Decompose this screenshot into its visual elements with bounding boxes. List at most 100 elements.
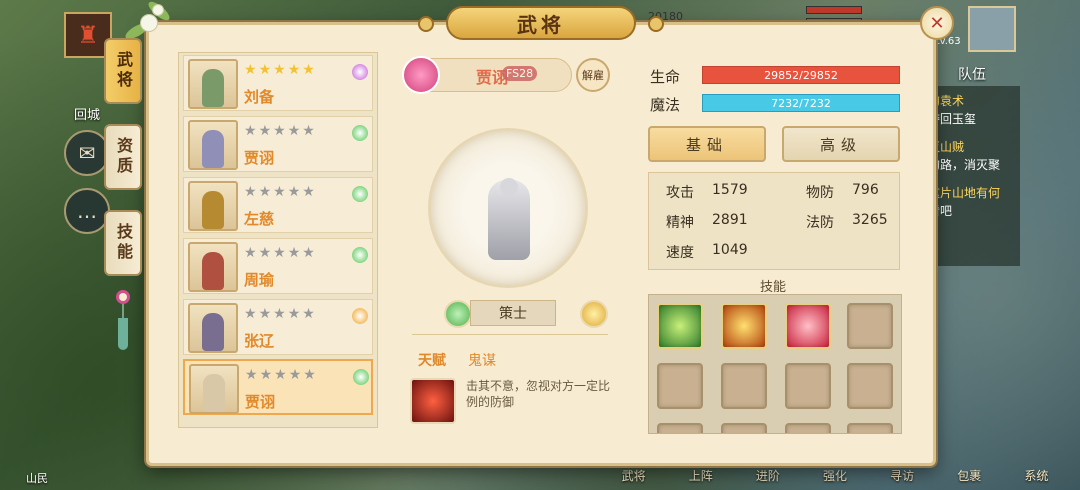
star-icon: ★: [245, 367, 260, 383]
hp-bar: 29852/29852: [702, 66, 900, 84]
tab-advanced[interactable]: 高级: [782, 126, 900, 162]
class-label: 策士: [470, 300, 556, 326]
hero-avatar: [188, 303, 238, 353]
star-rating: ★★★★★: [244, 123, 317, 139]
release-button[interactable]: 解雇: [576, 58, 610, 92]
speed-value: 1049: [712, 242, 748, 258]
team-button[interactable]: 队伍: [958, 64, 986, 84]
menu-bag[interactable]: 包裹: [957, 467, 981, 484]
star-rating: ★★★★★: [244, 245, 317, 261]
hero-row-2[interactable]: ★★★★★ 左慈: [183, 177, 373, 233]
empty-skill-slot[interactable]: [657, 423, 703, 433]
quest-line: 看吧: [928, 204, 953, 218]
tab-skills[interactable]: 技能: [104, 210, 142, 276]
star-icon: ★: [274, 367, 289, 383]
hero-row-5[interactable]: ★★★★★ 贾诩: [183, 359, 373, 415]
menu-deploy[interactable]: 上阵: [689, 467, 713, 484]
element-icon: [352, 308, 368, 324]
hero-name: 周瑜: [244, 271, 275, 289]
heart-skill-icon[interactable]: [785, 303, 831, 349]
star-rating: ★★★★★: [244, 184, 317, 200]
attack-label: 攻击: [666, 185, 694, 201]
mp-bar: 7232/7232: [702, 94, 900, 112]
tab-generals[interactable]: 武将: [104, 38, 142, 104]
menu-visit[interactable]: 寻访: [890, 467, 914, 484]
star-icon: ★: [244, 245, 259, 261]
hero-row-4[interactable]: ★★★★★ 张辽: [183, 299, 373, 355]
star-icon: ★: [244, 184, 259, 200]
hero-avatar: [188, 242, 238, 292]
fame-tag: FS28: [502, 66, 538, 81]
lotus-icon: [402, 56, 440, 94]
element-icon: [352, 247, 368, 263]
empty-skill-slot[interactable]: [721, 423, 767, 433]
star-icon: ★: [302, 62, 317, 78]
empty-skill-slot[interactable]: [847, 363, 893, 409]
menu-advance[interactable]: 进阶: [756, 467, 780, 484]
skills-grid: [648, 294, 902, 434]
talent-icon[interactable]: [410, 378, 456, 424]
class-next-icon[interactable]: [580, 300, 608, 328]
hero-name: 贾诩: [244, 149, 275, 167]
mp-label: 魔法: [650, 96, 681, 114]
title-ornament-icon: [418, 16, 434, 32]
hero-name: 刘备: [244, 88, 275, 106]
quest-line: 的袁术: [928, 94, 965, 108]
title-ornament-icon: [648, 16, 664, 32]
speed-label: 速度: [666, 245, 694, 261]
star-icon: ★: [258, 123, 274, 139]
hp-label: 生命: [650, 68, 681, 86]
empty-skill-slot[interactable]: [721, 363, 767, 409]
star-icon: ★: [302, 184, 317, 200]
star-icon: ★: [288, 367, 304, 383]
class-prev-icon[interactable]: [444, 300, 472, 328]
star-icon: ★: [302, 123, 317, 139]
hero-row-1[interactable]: ★★★★★ 贾诩: [183, 116, 373, 172]
close-button[interactable]: ✕: [920, 6, 954, 40]
star-icon: ★: [287, 123, 303, 139]
star-icon: ★: [258, 306, 274, 322]
star-icon: ★: [273, 123, 288, 139]
divider: [412, 334, 608, 335]
star-icon: ★: [258, 184, 274, 200]
mdef-label: 法防: [806, 215, 834, 231]
release-label: 解雇: [582, 69, 604, 82]
quest-tracker[interactable]: 的袁术 夺回玉玺 灭山贼 的路，消灭聚 这片山地有何 看吧: [922, 86, 1020, 266]
hero-row-0[interactable]: ★★★★★ 刘备: [183, 55, 373, 111]
talent-label: 天赋: [418, 353, 446, 369]
spirit-label: 精神: [666, 215, 694, 231]
tab-aptitude[interactable]: 资质: [104, 124, 142, 190]
hero-avatar: [188, 181, 238, 231]
attack-value: 1579: [712, 182, 748, 198]
menu-generals[interactable]: 武将: [622, 467, 646, 484]
star-icon: ★: [303, 367, 318, 383]
menu-enhance[interactable]: 强化: [823, 467, 847, 484]
star-icon: ★: [258, 62, 274, 78]
fire-skill-icon[interactable]: [721, 303, 767, 349]
empty-skill-slot[interactable]: [847, 303, 893, 349]
empty-skill-slot[interactable]: [847, 423, 893, 433]
wind-skill-icon[interactable]: [657, 303, 703, 349]
talent-name: 鬼谋: [468, 353, 496, 369]
quest-line: 的路，消灭聚: [928, 158, 1001, 172]
skills-title: 技能: [760, 280, 787, 295]
panel-title: 武将: [446, 6, 636, 40]
tab-basic[interactable]: 基础: [648, 126, 766, 162]
hero-row-3[interactable]: ★★★★★ 周瑜: [183, 238, 373, 294]
quest-line: 这片山地有何: [928, 186, 1001, 200]
talent-description: 击其不意，忽视对方一定比例的防御: [466, 379, 611, 409]
menu-system[interactable]: 系统: [1024, 467, 1048, 484]
castle-label: 回城: [74, 108, 101, 123]
empty-skill-slot[interactable]: [785, 423, 831, 433]
team-label: 队伍: [958, 67, 986, 83]
player-portrait[interactable]: [968, 6, 1016, 52]
star-rating: ★★★★★: [245, 367, 318, 383]
pdef-value: 796: [852, 182, 879, 198]
empty-skill-slot[interactable]: [785, 363, 831, 409]
hero-name: 左慈: [244, 210, 275, 228]
tassel-ornament-icon: [116, 290, 130, 356]
star-icon: ★: [259, 367, 275, 383]
mdef-value: 3265: [852, 212, 888, 228]
empty-skill-slot[interactable]: [657, 363, 703, 409]
star-icon: ★: [258, 245, 274, 261]
